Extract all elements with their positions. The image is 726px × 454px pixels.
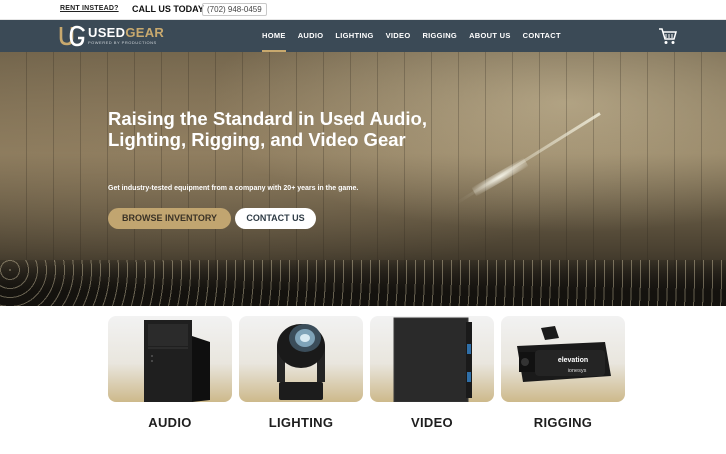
category-label-video[interactable]: VIDEO <box>370 415 494 430</box>
hero-crowd-silhouette <box>0 260 726 306</box>
category-lighting[interactable]: LIGHTING <box>239 316 363 436</box>
logo-tagline: POWERED BY PRODUCTIONS <box>88 40 157 45</box>
rent-instead-link[interactable]: RENT INSTEAD? <box>60 5 119 12</box>
nav-video[interactable]: VIDEO <box>386 20 411 52</box>
category-video[interactable]: VIDEO <box>370 316 494 436</box>
rigging-product-sub-text: ionesys <box>568 368 587 374</box>
nav-lighting[interactable]: LIGHTING <box>335 20 373 52</box>
nav-about-us[interactable]: ABOUT US <box>469 20 511 52</box>
category-grid: AUDIO LIGHTING VIDEO elevation ionesys R… <box>108 316 626 436</box>
nav-rigging[interactable]: RIGGING <box>422 20 457 52</box>
rigging-product-brand-text: elevation <box>558 357 588 364</box>
category-card-lighting[interactable] <box>239 316 363 402</box>
browse-inventory-button[interactable]: BROWSE INVENTORY <box>108 208 231 229</box>
category-rigging[interactable]: elevation ionesys RIGGING <box>501 316 625 436</box>
truss-clamp-icon: elevation ionesys <box>517 326 611 382</box>
site-logo[interactable]: USEDGEAR POWERED BY PRODUCTIONS <box>58 24 168 48</box>
hero-title: Raising the Standard in Used Audio, Ligh… <box>108 108 427 150</box>
nav-home[interactable]: HOME <box>262 20 286 52</box>
category-label-audio[interactable]: AUDIO <box>108 415 232 430</box>
top-utility-bar: RENT INSTEAD? CALL US TODAY (702) 948-04… <box>0 0 726 20</box>
led-panel-icon <box>393 317 472 402</box>
nav-audio[interactable]: AUDIO <box>298 20 324 52</box>
nav-contact[interactable]: CONTACT <box>523 20 561 52</box>
main-navbar: USEDGEAR POWERED BY PRODUCTIONS HOME AUD… <box>0 20 726 52</box>
category-audio[interactable]: AUDIO <box>108 316 232 436</box>
category-label-rigging[interactable]: RIGGING <box>501 415 625 430</box>
moving-head-light-icon <box>277 324 325 400</box>
logo-gear: GEAR <box>125 25 165 40</box>
category-label-lighting[interactable]: LIGHTING <box>239 415 363 430</box>
hero-banner: Raising the Standard in Used Audio, Ligh… <box>0 52 726 306</box>
hero-subtitle: Get industry-tested equipment from a com… <box>108 185 359 192</box>
speaker-icon <box>144 320 210 402</box>
category-card-audio[interactable] <box>108 316 232 402</box>
shopping-cart-icon[interactable] <box>658 27 678 45</box>
phone-number[interactable]: (702) 948-0459 <box>202 3 267 16</box>
contact-us-button[interactable]: CONTACT US <box>235 208 316 229</box>
category-card-rigging[interactable]: elevation ionesys <box>501 316 625 402</box>
primary-nav: HOME AUDIO LIGHTING VIDEO RIGGING ABOUT … <box>262 20 573 52</box>
category-card-video[interactable] <box>370 316 494 402</box>
logo-wordmark: USEDGEAR <box>88 25 164 40</box>
logo-used: USED <box>88 25 126 40</box>
call-us-label: CALL US TODAY <box>132 4 204 14</box>
ug-logo-mark-icon <box>59 25 86 47</box>
